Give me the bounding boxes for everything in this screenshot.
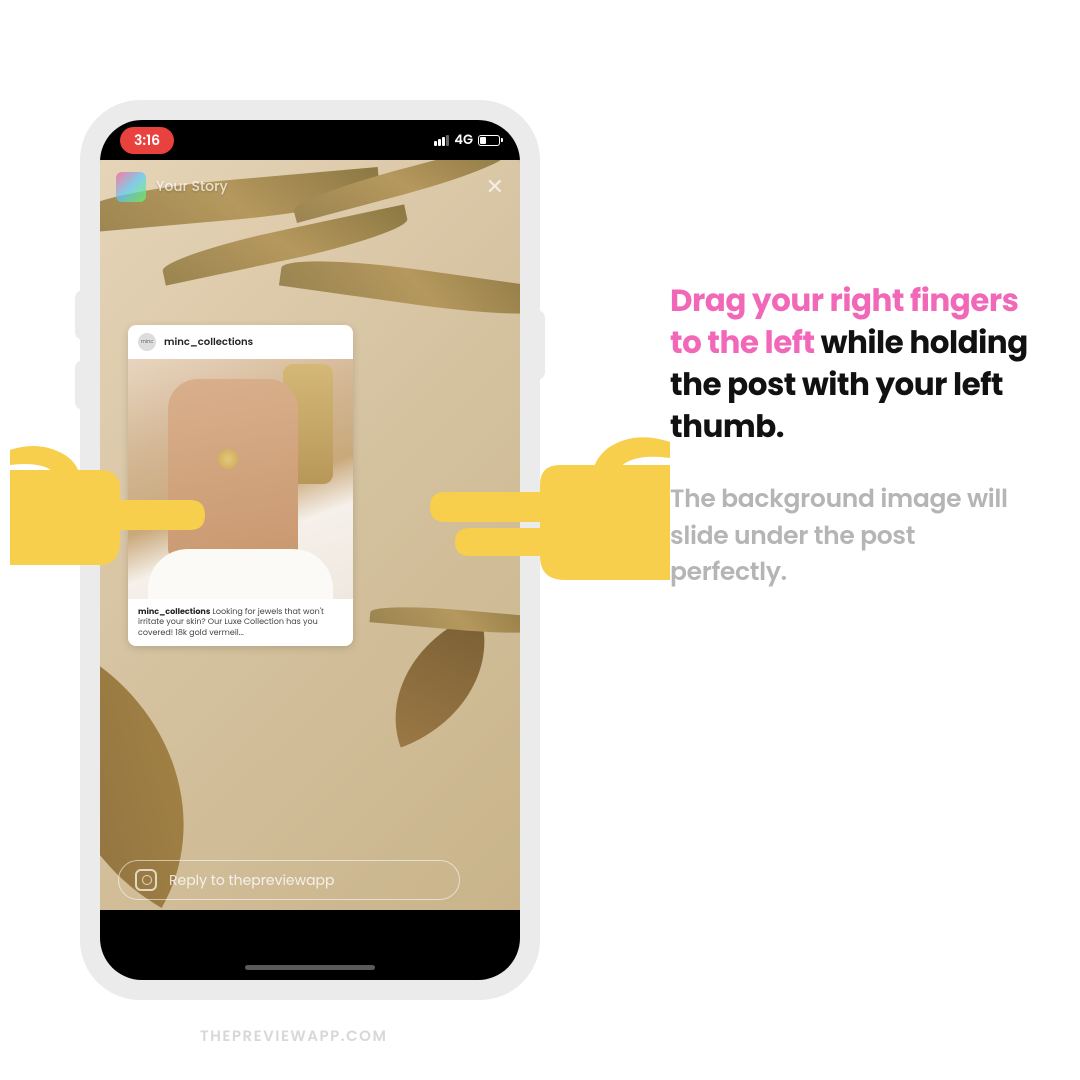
pointing-hand-right-icon [430,430,670,600]
phone-button [75,290,83,340]
watermark: THEPREVIEWAPP.COM [200,1025,387,1048]
post-caption: minc_collections Looking for jewels that… [128,599,353,646]
post-avatar[interactable]: minc [138,333,156,351]
reply-input[interactable]: Reply to thepreviewapp [118,860,460,900]
instruction-headline: Drag your right fingers to the left whil… [670,280,1030,447]
instruction-subtext: The background image will slide under th… [670,481,1030,590]
pointing-hand-left-icon [10,440,210,590]
camera-icon[interactable] [135,869,157,891]
phone-button [537,310,545,380]
screen-recording-time: 3:16 [120,127,174,154]
instruction-text-block: Drag your right fingers to the left whil… [670,280,1030,590]
reply-placeholder: Reply to thepreviewapp [169,870,334,891]
network-label: 4G [454,130,473,150]
story-header: Your Story ✕ [116,170,504,203]
phone-button [75,360,83,410]
story-title: Your Story [156,176,228,197]
close-icon[interactable]: ✕ [486,170,504,203]
story-avatar[interactable] [116,172,146,202]
post-header: minc minc_collections [128,325,353,359]
phone-notch [220,120,400,148]
caption-username: minc_collections [138,606,210,617]
status-icons: 4G [434,130,500,150]
post-username[interactable]: minc_collections [164,334,253,350]
signal-icon [434,135,449,146]
home-indicator[interactable] [245,965,375,970]
battery-icon [478,135,500,146]
